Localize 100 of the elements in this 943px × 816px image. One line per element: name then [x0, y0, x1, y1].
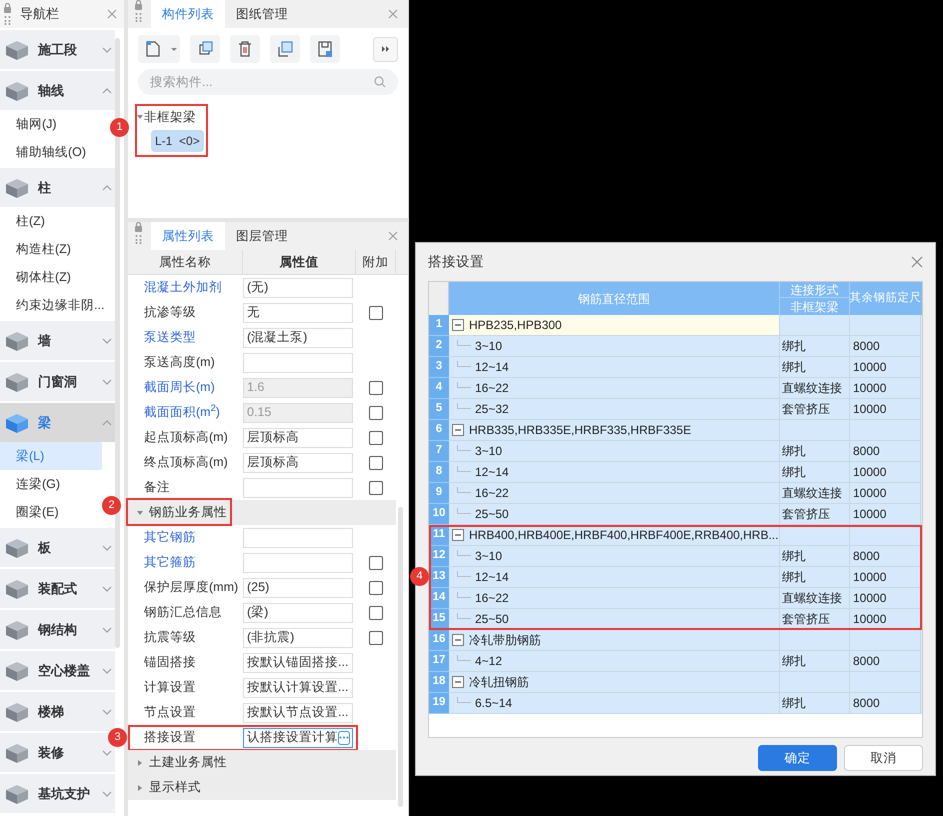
- panel-tab[interactable]: 属性列表: [151, 222, 225, 250]
- tree-line: [457, 382, 471, 388]
- chevron-up-icon: [102, 420, 112, 426]
- tree-line: [457, 697, 471, 703]
- lock-icon: [134, 0, 143, 22]
- tree-line: [457, 550, 471, 556]
- row-number: 5: [429, 399, 449, 420]
- scrollbar[interactable]: [398, 507, 403, 807]
- layer-copy-button[interactable]: [270, 35, 300, 63]
- column-header: 连接形式: [780, 282, 849, 298]
- nav-group[interactable]: 板: [0, 528, 115, 567]
- double-arrow-icon: [382, 46, 390, 52]
- checkbox[interactable]: [369, 556, 383, 570]
- checkbox[interactable]: [369, 480, 383, 494]
- property-name: 锚固搭接: [143, 654, 197, 672]
- checkbox[interactable]: [369, 456, 383, 470]
- property-value-field[interactable]: 无: [243, 302, 353, 322]
- delete-button[interactable]: [230, 35, 260, 63]
- property-value-field[interactable]: 按默认锚固搭接...: [243, 652, 353, 672]
- lock-icon: [134, 222, 143, 244]
- nav-group[interactable]: 基坑支护: [0, 774, 115, 813]
- nav-item[interactable]: 构造柱(Z): [0, 235, 102, 263]
- panel-tab[interactable]: 构件列表: [151, 0, 225, 28]
- row-number: 2: [429, 336, 449, 357]
- collapse-icon[interactable]: [452, 424, 464, 436]
- panel-tab[interactable]: 图纸管理: [225, 0, 299, 28]
- property-value-field[interactable]: 按默认计算设置...: [243, 678, 353, 698]
- property-name: 混凝土外加剂: [143, 279, 223, 296]
- nav-group[interactable]: 门窗洞: [0, 362, 115, 401]
- property-value-field[interactable]: [243, 528, 353, 548]
- nav-item[interactable]: 约束边缘非阴...: [0, 291, 102, 319]
- chevron-down-icon: [102, 750, 112, 756]
- property-value-field[interactable]: [243, 352, 353, 372]
- checkbox[interactable]: [369, 580, 383, 594]
- nav-item[interactable]: 柱(Z): [0, 207, 102, 235]
- row-number: 6: [429, 420, 449, 441]
- close-icon[interactable]: [911, 256, 923, 268]
- checkbox[interactable]: [369, 430, 383, 444]
- row-number: 14: [429, 588, 449, 609]
- property-value-field[interactable]: [243, 478, 353, 498]
- chevron-down-icon: [102, 586, 112, 592]
- nav-item[interactable]: 圈梁(E): [0, 498, 102, 526]
- property-value-field[interactable]: (无): [243, 278, 353, 298]
- property-value-field[interactable]: (混凝土泵): [243, 328, 353, 348]
- checkbox[interactable]: [369, 630, 383, 644]
- tree-group-label[interactable]: 非框架梁: [144, 108, 196, 127]
- nav-item[interactable]: 砌体柱(Z): [0, 263, 102, 291]
- nav-group[interactable]: 装修: [0, 733, 115, 772]
- nav-group[interactable]: 钢结构: [0, 610, 115, 649]
- ellipsis-button[interactable]: [338, 730, 350, 744]
- copy-button[interactable]: [190, 35, 220, 63]
- property-value-field[interactable]: (梁): [243, 602, 353, 622]
- panel-tab[interactable]: 图层管理: [225, 222, 299, 250]
- nav-item[interactable]: 辅助轴线(O): [0, 138, 102, 166]
- nav-group[interactable]: 墙: [0, 321, 115, 360]
- property-value-field[interactable]: 认搭接设置计算: [243, 728, 353, 748]
- checkbox[interactable]: [369, 606, 383, 620]
- nav-group[interactable]: 楼梯: [0, 692, 115, 731]
- callout-badge: 4: [410, 567, 429, 586]
- property-value-field[interactable]: (非抗震): [243, 628, 353, 648]
- chevron-down-icon: [102, 668, 112, 674]
- tree-line: [457, 466, 471, 472]
- nav-group[interactable]: 施工段: [0, 30, 115, 69]
- range-cell-text: 3~10: [475, 338, 502, 355]
- dialog-title: 搭接设置: [428, 252, 484, 271]
- dialog-button[interactable]: 确定: [758, 745, 837, 771]
- property-name: 搭接设置: [143, 729, 197, 746]
- property-name: 保护层厚度(mm): [143, 579, 240, 596]
- nav-group[interactable]: 轴线: [0, 71, 115, 110]
- nav-item[interactable]: 轴网(J): [0, 110, 102, 138]
- property-value-field[interactable]: 层顶标高: [243, 452, 353, 472]
- tree-line: [457, 487, 471, 493]
- chevron-down-icon: [102, 544, 112, 550]
- range-cell-text: 16~22: [475, 485, 509, 502]
- property-value-field[interactable]: (25): [243, 578, 353, 598]
- property-value-field[interactable]: 层顶标高: [243, 428, 353, 448]
- chevron-down-icon: [102, 378, 112, 384]
- property-value-field[interactable]: 按默认节点设置...: [243, 702, 353, 722]
- nav-group[interactable]: 装配式: [0, 569, 115, 608]
- checkbox[interactable]: [369, 306, 383, 320]
- search-field[interactable]: 搜索构件...: [138, 69, 398, 95]
- row-number: 7: [429, 441, 449, 462]
- row-number: 13: [429, 567, 449, 588]
- tree-item[interactable]: L-1 <0>: [151, 130, 204, 152]
- more-button[interactable]: [373, 36, 398, 62]
- nav-group[interactable]: 柱: [0, 168, 115, 207]
- collapse-icon[interactable]: [452, 319, 464, 331]
- nav-item[interactable]: 连梁(G): [0, 470, 102, 498]
- tree-line: [457, 403, 471, 409]
- dialog-button[interactable]: 取消: [844, 745, 923, 771]
- collapse-icon[interactable]: [452, 634, 464, 646]
- new-button[interactable]: [138, 35, 180, 63]
- collapse-icon[interactable]: [452, 676, 464, 688]
- row-number: 4: [429, 378, 449, 399]
- save-button[interactable]: [310, 35, 340, 63]
- nav-group[interactable]: 空心楼盖: [0, 651, 115, 690]
- chevron-down-icon: [102, 708, 112, 714]
- tree-line: [457, 592, 471, 598]
- property-value-field[interactable]: [243, 552, 353, 572]
- collapse-icon[interactable]: [452, 529, 464, 541]
